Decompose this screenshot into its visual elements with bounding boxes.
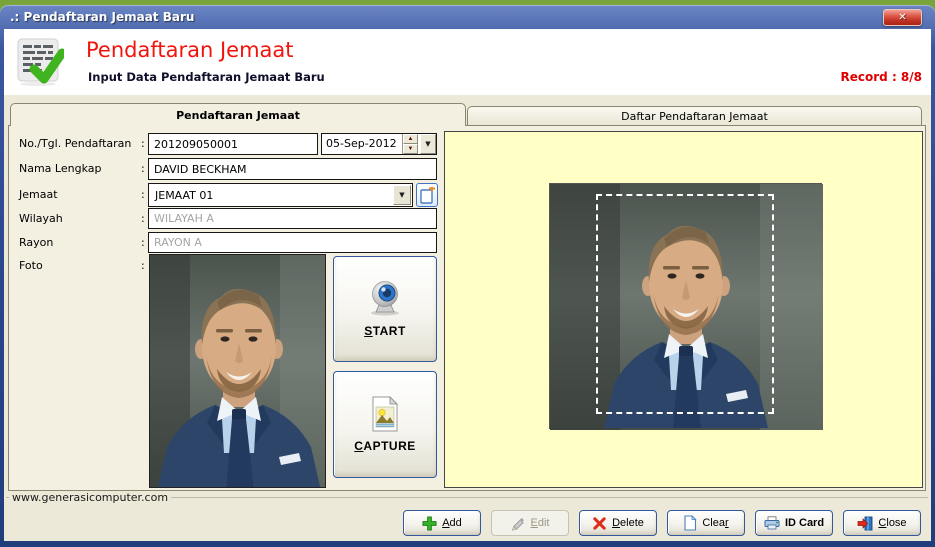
tab-label: Daftar Pendaftaran Jemaat [621,110,768,123]
titlebar: .: Pendaftaran Jemaat Baru ✕ [0,5,935,29]
close-icon: ✕ [898,12,906,23]
exit-door-icon [857,516,873,531]
record-counter: Record : 8/8 [841,70,922,84]
photo-crop-selection[interactable] [596,194,774,414]
page-title: Pendaftaran Jemaat [86,38,294,62]
start-label: START [364,324,406,338]
wilayah-label: Wilayah [19,212,63,225]
close-label: Close [878,517,906,529]
photo-label: Foto [19,259,43,272]
full-name-input[interactable] [148,158,437,180]
capture-photo-button[interactable]: CAPTURE [333,371,437,478]
start-webcam-button[interactable]: START [333,256,437,362]
clear-label: Clear [702,517,728,529]
website-label: www.generasicomputer.com [9,491,171,504]
colon: : [141,212,145,225]
member-photo [149,254,326,488]
tab-pendaftaran-jemaat[interactable]: Pendaftaran Jemaat [10,103,466,126]
add-label: Add [442,517,462,529]
close-window-button[interactable]: ✕ [883,9,922,26]
registration-date-picker[interactable]: 05-Sep-2012 ▲ ▼ ▼ [321,133,437,155]
blank-page-icon [683,515,697,531]
action-button-bar: Add Edit Delete [403,510,921,536]
combo-dropdown-icon[interactable]: ▼ [393,185,411,205]
delete-button[interactable]: Delete [579,510,657,536]
jemaat-label: Jemaat [19,188,58,201]
rayon-label: Rayon [19,236,53,249]
date-dropdown-icon[interactable]: ▼ [420,134,436,154]
close-button[interactable]: Close [843,510,921,536]
rayon-input [148,232,437,253]
colon: : [141,236,145,249]
window-title: .: Pendaftaran Jemaat Baru [10,10,194,24]
printer-icon [764,516,780,530]
delete-label: Delete [612,517,644,529]
edit-label: Edit [531,517,550,529]
window-body: Pendaftaran Jemaat Input Data Pendaftara… [4,29,931,541]
id-card-label: ID Card [785,517,824,529]
registration-form-icon [16,37,64,87]
jemaat-combobox[interactable]: JEMAAT 01 ▼ [148,183,413,207]
add-jemaat-button[interactable] [416,183,438,207]
page-subtitle: Input Data Pendaftaran Jemaat Baru [88,70,325,84]
add-button[interactable]: Add [403,510,481,536]
colon: : [141,162,145,175]
webcam-icon [366,280,404,316]
id-card-button[interactable]: ID Card [755,510,833,536]
header: Pendaftaran Jemaat Input Data Pendaftara… [4,29,931,95]
registration-date-value: 05-Sep-2012 [322,134,402,154]
plus-icon [422,516,437,531]
tab-label: Pendaftaran Jemaat [176,109,300,122]
colon: : [141,259,145,272]
pencil-icon [511,516,526,531]
new-item-icon [420,187,435,204]
red-x-icon [592,516,607,531]
registration-number-input[interactable] [148,133,318,155]
capture-label: CAPTURE [354,439,416,453]
wilayah-input [148,208,437,229]
colon: : [141,188,145,201]
image-file-icon [370,396,400,432]
tab-daftar-pendaftaran-jemaat[interactable]: Daftar Pendaftaran Jemaat [467,106,922,126]
jemaat-selected-value: JEMAAT 01 [149,184,392,206]
preview-photo [549,183,822,429]
registration-number-label: No./Tgl. Pendaftaran [19,137,131,150]
date-spinner: ▲ ▼ [402,134,418,154]
app-window: .: Pendaftaran Jemaat Baru ✕ Pendaftaran… [0,5,935,547]
full-name-label: Nama Lengkap [19,162,101,175]
spinner-up-icon[interactable]: ▲ [403,134,418,144]
colon: : [141,137,145,150]
spinner-down-icon[interactable]: ▼ [403,144,418,154]
registration-tab-panel: No./Tgl. Pendaftaran : 05-Sep-2012 ▲ ▼ ▼… [8,125,926,491]
photo-preview-panel [444,131,923,488]
edit-button: Edit [491,510,569,536]
clear-button[interactable]: Clear [667,510,745,536]
